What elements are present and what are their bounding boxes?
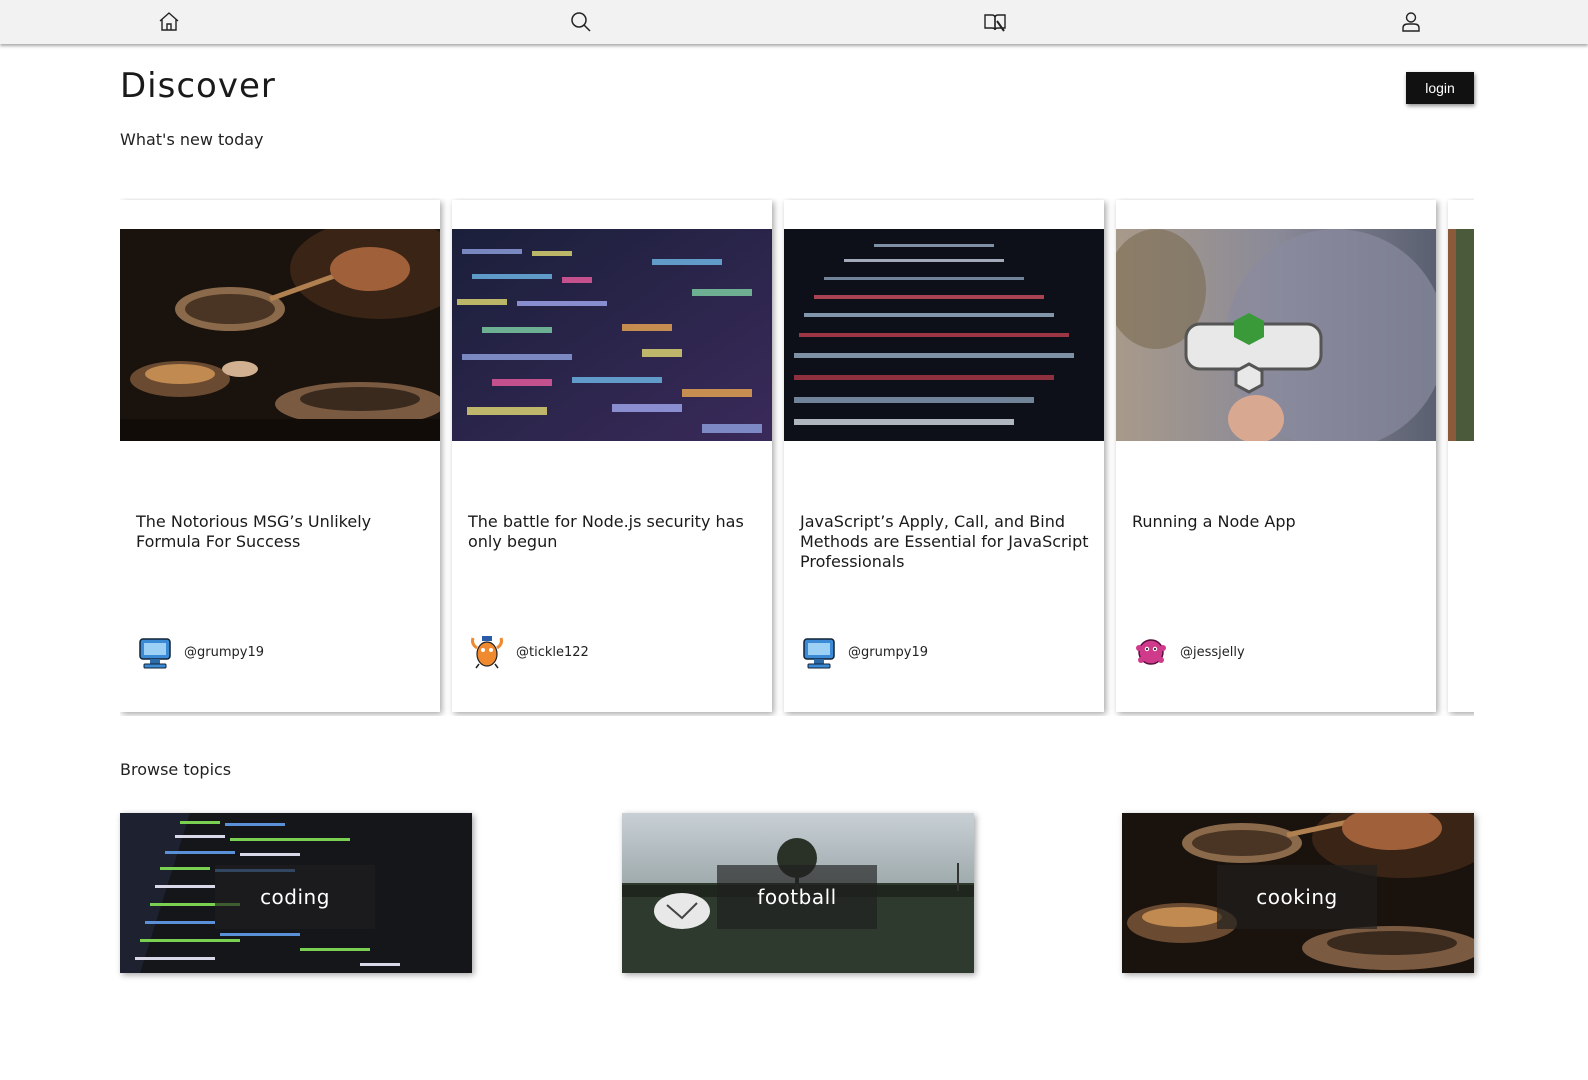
topic-tile-football[interactable]: football bbox=[622, 813, 974, 973]
nav-search-button[interactable] bbox=[563, 4, 599, 40]
nav-home-button[interactable] bbox=[151, 4, 187, 40]
article-image bbox=[120, 229, 440, 441]
search-icon bbox=[571, 12, 591, 32]
article-image bbox=[1448, 229, 1474, 441]
author-handle: @tickle122 bbox=[516, 644, 589, 660]
article-title[interactable]: The battle for Node.js security has only… bbox=[468, 512, 760, 552]
top-nav bbox=[0, 0, 1588, 44]
article-image bbox=[452, 229, 772, 441]
article-title[interactable]: JavaScript’s Apply, Call, and Bind Metho… bbox=[800, 512, 1092, 572]
article-title[interactable]: Running a Node App bbox=[1132, 512, 1424, 532]
pink-creature-avatar bbox=[1132, 634, 1170, 670]
topic-tile-cooking[interactable]: cooking bbox=[1122, 813, 1474, 973]
orange-creature-avatar bbox=[468, 634, 506, 670]
article-image bbox=[784, 229, 1104, 441]
topic-label: football bbox=[717, 865, 877, 929]
article-card[interactable] bbox=[1448, 200, 1474, 712]
article-author[interactable]: @tickle122 bbox=[468, 634, 589, 670]
topic-label: cooking bbox=[1217, 865, 1377, 929]
nav-profile-button[interactable] bbox=[1393, 4, 1429, 40]
topic-label: coding bbox=[215, 865, 375, 929]
article-author[interactable]: @jessjelly bbox=[1132, 634, 1245, 670]
nav-articles-button[interactable] bbox=[977, 4, 1013, 40]
article-title[interactable]: The Notorious MSG’s Unlikely Formula For… bbox=[136, 512, 428, 552]
book-icon bbox=[984, 14, 1006, 32]
author-handle: @grumpy19 bbox=[848, 644, 928, 660]
login-button[interactable]: login bbox=[1406, 72, 1474, 104]
whats-new-heading: What's new today bbox=[120, 130, 264, 149]
article-card[interactable]: Running a Node App @jessjelly bbox=[1116, 200, 1436, 712]
article-card[interactable]: The battle for Node.js security has only… bbox=[452, 200, 772, 712]
article-carousel[interactable]: The Notorious MSG’s Unlikely Formula For… bbox=[120, 198, 1474, 716]
author-handle: @jessjelly bbox=[1180, 644, 1245, 660]
article-card[interactable]: JavaScript’s Apply, Call, and Bind Metho… bbox=[784, 200, 1104, 712]
page-title: Discover bbox=[120, 66, 276, 106]
home-icon bbox=[159, 12, 179, 31]
blue-robot-avatar bbox=[800, 634, 838, 670]
author-handle: @grumpy19 bbox=[184, 644, 264, 660]
article-image bbox=[1116, 229, 1436, 441]
browse-topics-heading: Browse topics bbox=[120, 760, 232, 779]
user-icon bbox=[1402, 12, 1420, 32]
article-author[interactable]: @grumpy19 bbox=[800, 634, 928, 670]
article-author[interactable]: @grumpy19 bbox=[136, 634, 264, 670]
blue-robot-avatar bbox=[136, 634, 174, 670]
topic-tile-coding[interactable]: coding bbox=[120, 813, 472, 973]
article-card[interactable]: The Notorious MSG’s Unlikely Formula For… bbox=[120, 200, 440, 712]
